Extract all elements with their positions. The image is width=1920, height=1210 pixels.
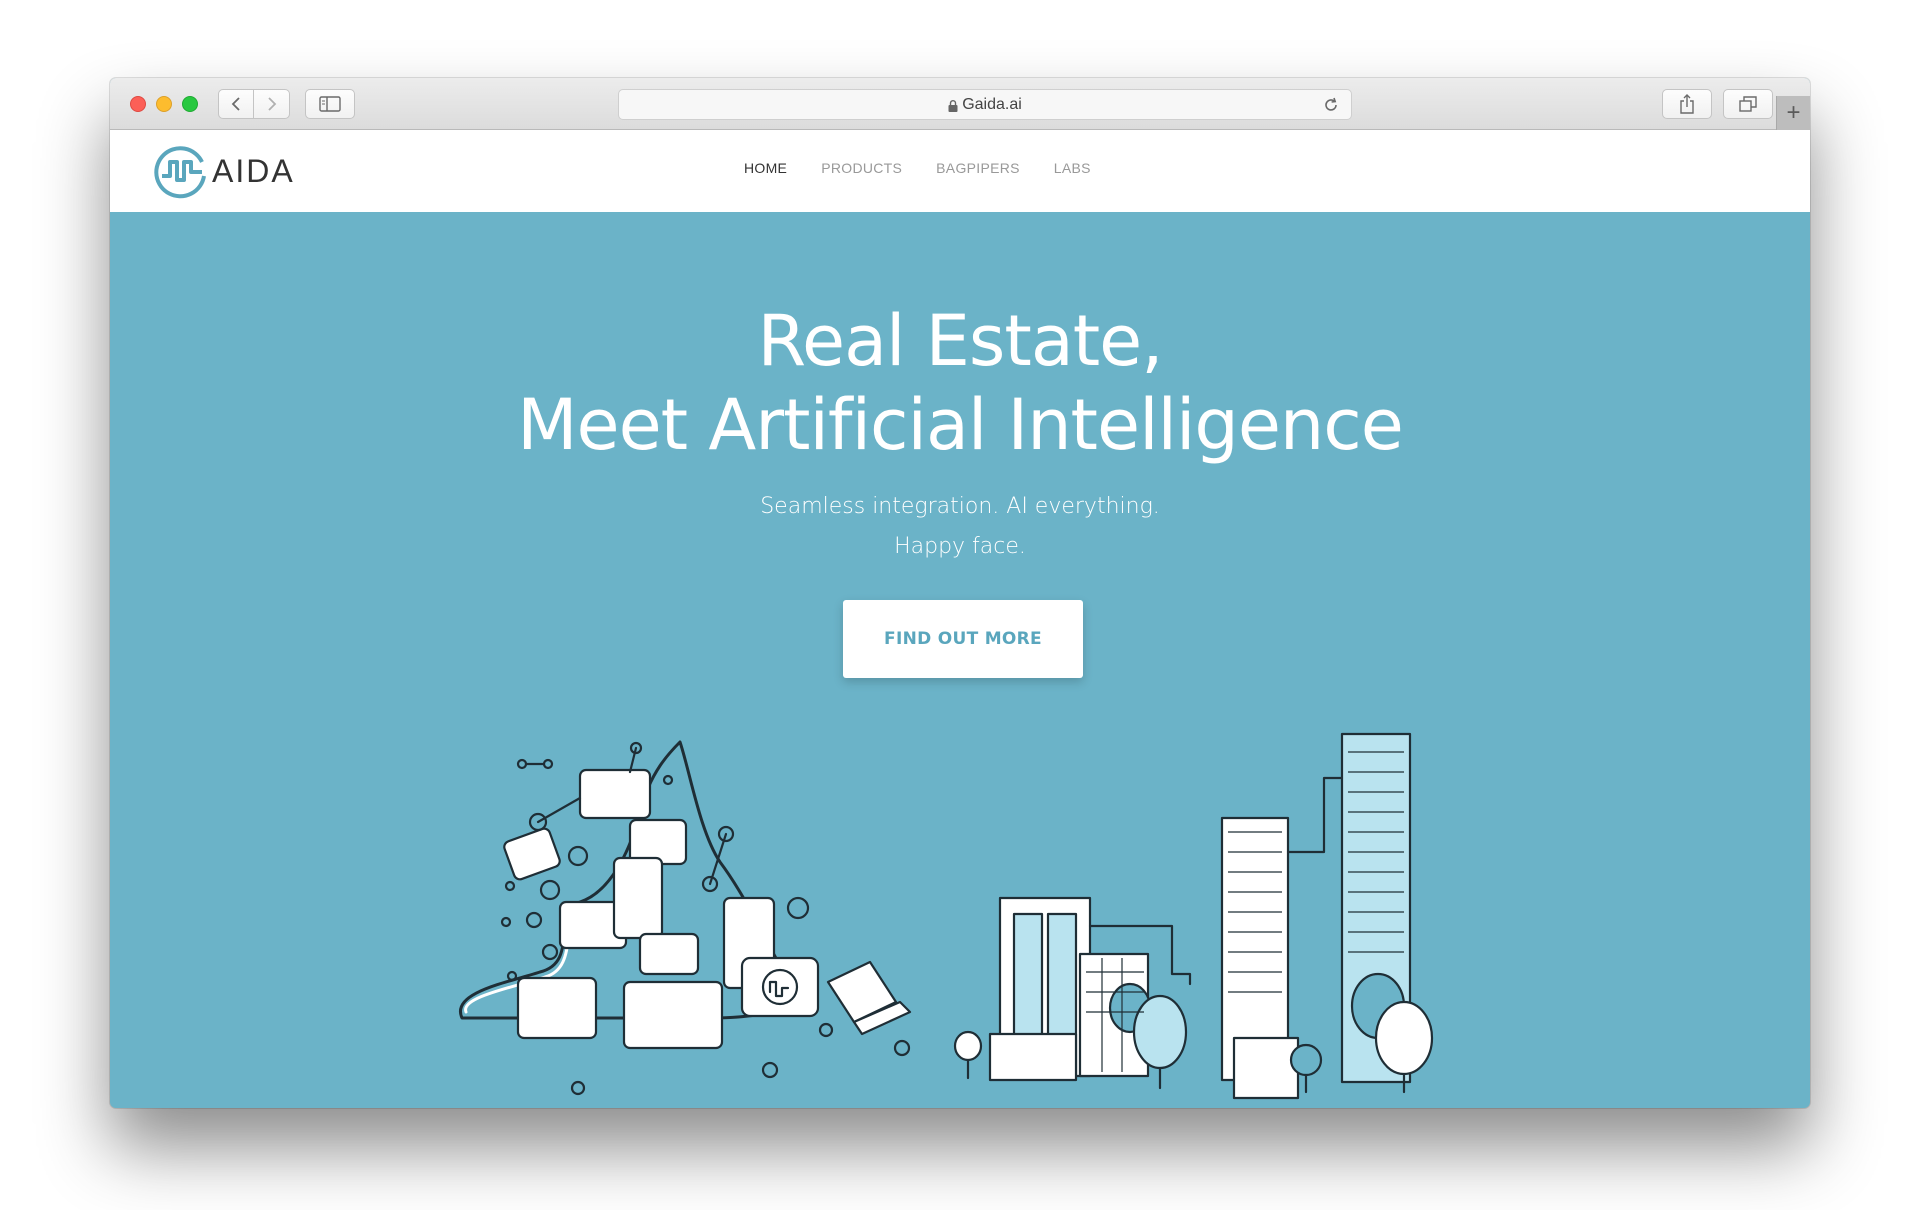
maximize-window-button[interactable]: [182, 96, 198, 112]
browser-window: Gaida.ai + AIDA HOME PRODUCTS BAGPIPERS …: [110, 78, 1810, 1108]
site-logo[interactable]: AIDA: [152, 144, 295, 199]
find-out-more-button[interactable]: FIND OUT MORE: [843, 600, 1083, 678]
history-nav: [218, 89, 291, 119]
tabs-overview-button[interactable]: [1723, 89, 1773, 119]
nav-products[interactable]: PRODUCTS: [821, 160, 902, 176]
hero-subtitle-line2: Happy face.: [894, 534, 1026, 559]
nav-labs[interactable]: LABS: [1054, 160, 1091, 176]
forward-button[interactable]: [254, 89, 290, 119]
share-icon: [1680, 94, 1694, 114]
logo-wordmark: AIDA: [212, 152, 295, 189]
chevron-left-icon: [231, 97, 240, 111]
site-header: AIDA HOME PRODUCTS BAGPIPERS LABS: [110, 130, 1810, 212]
hero-title-line1: Real Estate,: [757, 300, 1164, 382]
address-url: Gaida.ai: [962, 95, 1022, 113]
main-nav: HOME PRODUCTS BAGPIPERS LABS: [744, 160, 1091, 176]
hero-subtitle-line1: Seamless integration. AI everything.: [760, 494, 1160, 519]
sidebar-icon: [319, 96, 341, 112]
new-tab-button[interactable]: +: [1776, 96, 1810, 130]
close-window-button[interactable]: [130, 96, 146, 112]
gaida-logo-icon: [154, 146, 206, 199]
tabs-icon: [1739, 96, 1757, 112]
nav-bagpipers[interactable]: BAGPIPERS: [936, 160, 1020, 176]
nav-home[interactable]: HOME: [744, 160, 787, 176]
minimize-window-button[interactable]: [156, 96, 172, 112]
browser-toolbar: Gaida.ai +: [110, 78, 1810, 130]
back-button[interactable]: [218, 89, 254, 119]
chevron-right-icon: [267, 97, 276, 111]
reload-icon[interactable]: [1321, 95, 1341, 115]
hero-title-line2: Meet Artificial Intelligence: [517, 384, 1404, 466]
sidebar-toggle-button[interactable]: [305, 89, 355, 119]
share-button[interactable]: [1662, 89, 1712, 119]
address-bar[interactable]: Gaida.ai: [618, 89, 1352, 120]
hero-section: Real Estate, Meet Artificial Intelligenc…: [110, 212, 1810, 1108]
lock-icon: [948, 99, 958, 112]
